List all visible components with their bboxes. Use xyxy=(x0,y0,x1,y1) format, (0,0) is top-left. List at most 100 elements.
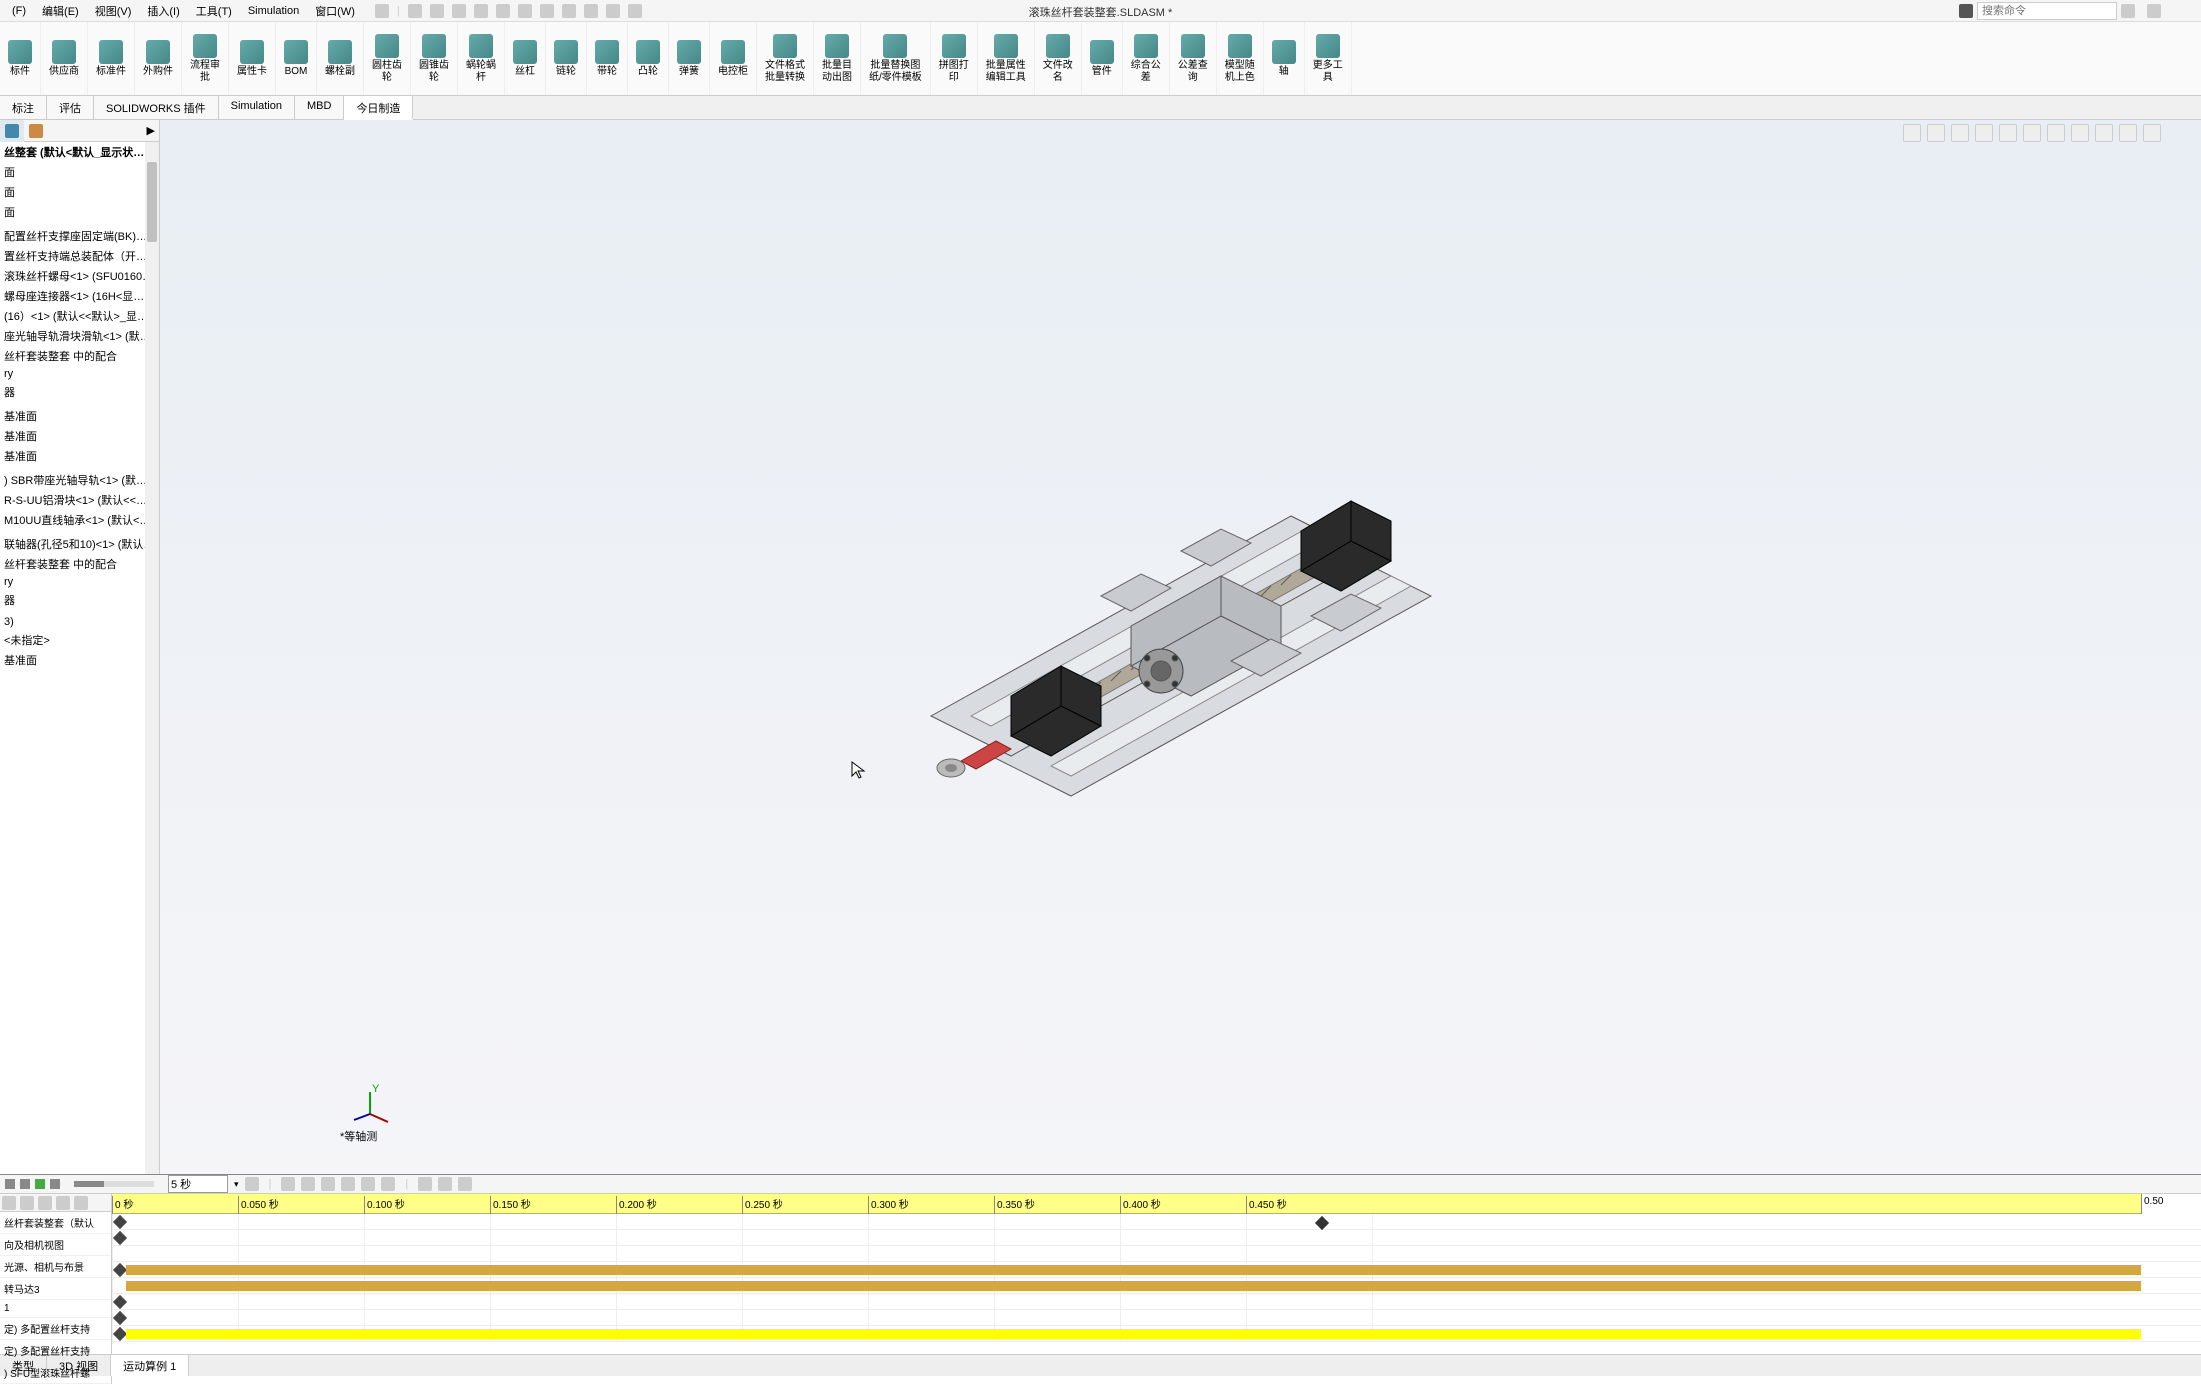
tree-item[interactable]: 置丝杆支持端总装配体（开式轴承） xyxy=(0,246,159,266)
ribbon-4[interactable]: 流程审 批 xyxy=(182,22,229,95)
timeline-row[interactable] xyxy=(112,1278,2201,1294)
tree-item[interactable]: 基准面 xyxy=(0,426,159,446)
ribbon-27[interactable]: 轴 xyxy=(1264,22,1305,95)
time-input[interactable] xyxy=(168,1175,228,1193)
timeline-row[interactable] xyxy=(112,1262,2201,1278)
ribbon-22[interactable]: 文件改 名 xyxy=(1035,22,1082,95)
ribbon-2[interactable]: 标准件 xyxy=(88,22,135,95)
timeline-row[interactable] xyxy=(112,1246,2201,1262)
motion-track-bar[interactable] xyxy=(126,1265,2141,1275)
keyframe-icon[interactable] xyxy=(113,1231,127,1245)
save-icon[interactable] xyxy=(474,4,488,18)
previous-view-icon[interactable] xyxy=(1951,124,1969,142)
zoom-area-icon[interactable] xyxy=(1927,124,1945,142)
motion-play-start-icon[interactable] xyxy=(20,1179,30,1189)
home-icon[interactable] xyxy=(408,4,422,18)
ribbon-28[interactable]: 更多工 具 xyxy=(1305,22,1352,95)
keyframe-icon[interactable] xyxy=(113,1327,127,1341)
motion-settings-icon[interactable] xyxy=(458,1177,472,1191)
ribbon-12[interactable]: 链轮 xyxy=(546,22,587,95)
help-icon[interactable] xyxy=(375,4,389,18)
motion-tree-item[interactable]: 1 xyxy=(0,1300,111,1318)
timeline-row[interactable] xyxy=(112,1326,2201,1342)
motion-tree-tool-icon[interactable] xyxy=(56,1196,70,1210)
ribbon-21[interactable]: 批量属性 编辑工具 xyxy=(978,22,1035,95)
keyframe-icon[interactable] xyxy=(113,1295,127,1309)
tree-item[interactable]: 器 xyxy=(0,590,159,610)
settings-icon[interactable] xyxy=(628,4,642,18)
ribbon-8[interactable]: 圆柱齿 轮 xyxy=(364,22,411,95)
motion-calc-icon[interactable] xyxy=(5,1179,15,1189)
timeline-row[interactable] xyxy=(112,1310,2201,1326)
ribbon-18[interactable]: 批量目 动出图 xyxy=(814,22,861,95)
render-icon[interactable] xyxy=(2143,124,2161,142)
new-icon[interactable] xyxy=(430,4,444,18)
tree-item[interactable]: <未指定> xyxy=(0,630,159,650)
select-icon[interactable] xyxy=(562,4,576,18)
tab-今日制造[interactable]: 今日制造 xyxy=(344,96,413,120)
options-icon[interactable] xyxy=(606,4,620,18)
motion-tree-item[interactable]: 光源、相机与布景 xyxy=(0,1256,111,1278)
tab-MBD[interactable]: MBD xyxy=(295,96,344,119)
tree-item[interactable]: 丝杆套装整套 中的配合 xyxy=(0,346,159,366)
tree-item[interactable]: 联轴器(孔径5和10)<1> (默认<<默 xyxy=(0,534,159,554)
ribbon-1[interactable]: 供应商 xyxy=(41,22,88,95)
tree-root[interactable]: 丝整套 (默认<默认_显示状态-1>) xyxy=(0,142,159,162)
tree-item[interactable]: 丝杆套装整套 中的配合 xyxy=(0,554,159,574)
tree-item[interactable]: 面 xyxy=(0,202,159,222)
timeline[interactable]: 0 秒0.050 秒0.100 秒0.150 秒0.200 秒0.250 秒0.… xyxy=(112,1194,2201,1384)
tab-评估[interactable]: 评估 xyxy=(47,96,94,119)
timeline-row[interactable] xyxy=(112,1294,2201,1310)
tab-Simulation[interactable]: Simulation xyxy=(219,96,295,119)
ribbon-11[interactable]: 丝杠 xyxy=(505,22,546,95)
appearance-icon[interactable] xyxy=(2071,124,2089,142)
ribbon-14[interactable]: 凸轮 xyxy=(628,22,669,95)
motion-track-bar[interactable] xyxy=(126,1281,2141,1291)
menu-file[interactable]: (F) xyxy=(4,3,34,19)
ribbon-13[interactable]: 带轮 xyxy=(587,22,628,95)
motion-tree-tool-icon[interactable] xyxy=(20,1196,34,1210)
display-style-icon[interactable] xyxy=(2023,124,2041,142)
timeline-row[interactable] xyxy=(112,1214,2201,1230)
menu-window[interactable]: 窗口(W) xyxy=(307,1,363,21)
collapse-sidebar-icon[interactable]: ▶ xyxy=(147,124,155,137)
motion-track-bar[interactable] xyxy=(126,1329,2141,1339)
ribbon-20[interactable]: 拼图打 印 xyxy=(931,22,978,95)
tree-item[interactable]: 基准面 xyxy=(0,650,159,670)
tree-item[interactable]: M10UU直线轴承<1> (默认<<默认> xyxy=(0,510,159,530)
motion-result-icon[interactable] xyxy=(418,1177,432,1191)
view-orientation-icon[interactable] xyxy=(1999,124,2017,142)
command-search-input[interactable] xyxy=(1977,2,2117,20)
bottom-tab-0[interactable]: 类型 xyxy=(0,1355,47,1376)
open-icon[interactable] xyxy=(452,4,466,18)
keyframe-icon[interactable] xyxy=(113,1263,127,1277)
keyframe-icon[interactable] xyxy=(113,1215,127,1229)
motion-stop-icon[interactable] xyxy=(50,1179,60,1189)
tree-item[interactable]: ry xyxy=(0,574,159,590)
motion-spring-icon[interactable] xyxy=(321,1177,335,1191)
view-settings-icon[interactable] xyxy=(2119,124,2137,142)
motion-motor-icon[interactable] xyxy=(301,1177,315,1191)
tree-item[interactable]: 面 xyxy=(0,162,159,182)
motion-loop-icon[interactable] xyxy=(245,1177,259,1191)
tree-item[interactable]: ry xyxy=(0,366,159,382)
menu-edit[interactable]: 编辑(E) xyxy=(34,1,87,21)
ribbon-5[interactable]: 属性卡 xyxy=(229,22,276,95)
motion-tree-item[interactable]: 向及相机视图 xyxy=(0,1234,111,1256)
motion-tree-item[interactable]: 丝杆套装整套（默认 xyxy=(0,1212,111,1234)
zoom-fit-icon[interactable] xyxy=(1903,124,1921,142)
ribbon-9[interactable]: 圆锥齿 轮 xyxy=(411,22,458,95)
motion-tree-item[interactable]: 定) 多配置丝杆支持 xyxy=(0,1318,111,1340)
motion-gravity-icon[interactable] xyxy=(381,1177,395,1191)
user-icon[interactable] xyxy=(2147,4,2161,18)
graphics-viewport[interactable]: Y *等轴测 xyxy=(160,120,2201,1174)
time-ruler[interactable]: 0 秒0.050 秒0.100 秒0.150 秒0.200 秒0.250 秒0.… xyxy=(112,1194,2201,1214)
tab-标注[interactable]: 标注 xyxy=(0,96,47,119)
tree-item[interactable]: 座光轴导轨滑块滑轨<1> (默认<默 xyxy=(0,326,159,346)
tree-item[interactable]: ) SBR带座光轴导轨<1> (默认<<默 xyxy=(0,470,159,490)
motion-plot-icon[interactable] xyxy=(438,1177,452,1191)
rebuild-icon[interactable] xyxy=(584,4,598,18)
tree-item[interactable]: 面 xyxy=(0,182,159,202)
search-icon[interactable] xyxy=(1959,4,1973,18)
motion-contact-icon[interactable] xyxy=(361,1177,375,1191)
